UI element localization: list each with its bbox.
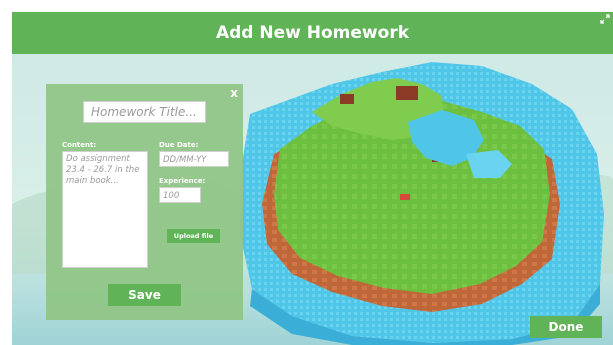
- header-bar: Add New Homework: [12, 12, 613, 54]
- done-button[interactable]: Done: [530, 316, 602, 338]
- homework-form-panel: x Homework Title... Content: Do assignme…: [46, 84, 243, 320]
- experience-input[interactable]: 100: [159, 187, 201, 203]
- save-button[interactable]: Save: [108, 284, 181, 306]
- content-label: Content:: [62, 141, 97, 149]
- due-date-label: Due Date:: [159, 141, 199, 149]
- expand-icon[interactable]: [600, 14, 610, 24]
- homework-title-input[interactable]: Homework Title...: [83, 101, 206, 123]
- upload-file-button[interactable]: Upload file: [167, 229, 220, 243]
- experience-label: Experience:: [159, 177, 206, 185]
- page-title: Add New Homework: [215, 23, 410, 43]
- due-date-input[interactable]: DD/MM-YY: [159, 151, 229, 167]
- content-textarea[interactable]: Do assignment 23.4 - 26.7 in the main bo…: [62, 151, 148, 268]
- close-icon[interactable]: x: [230, 86, 238, 100]
